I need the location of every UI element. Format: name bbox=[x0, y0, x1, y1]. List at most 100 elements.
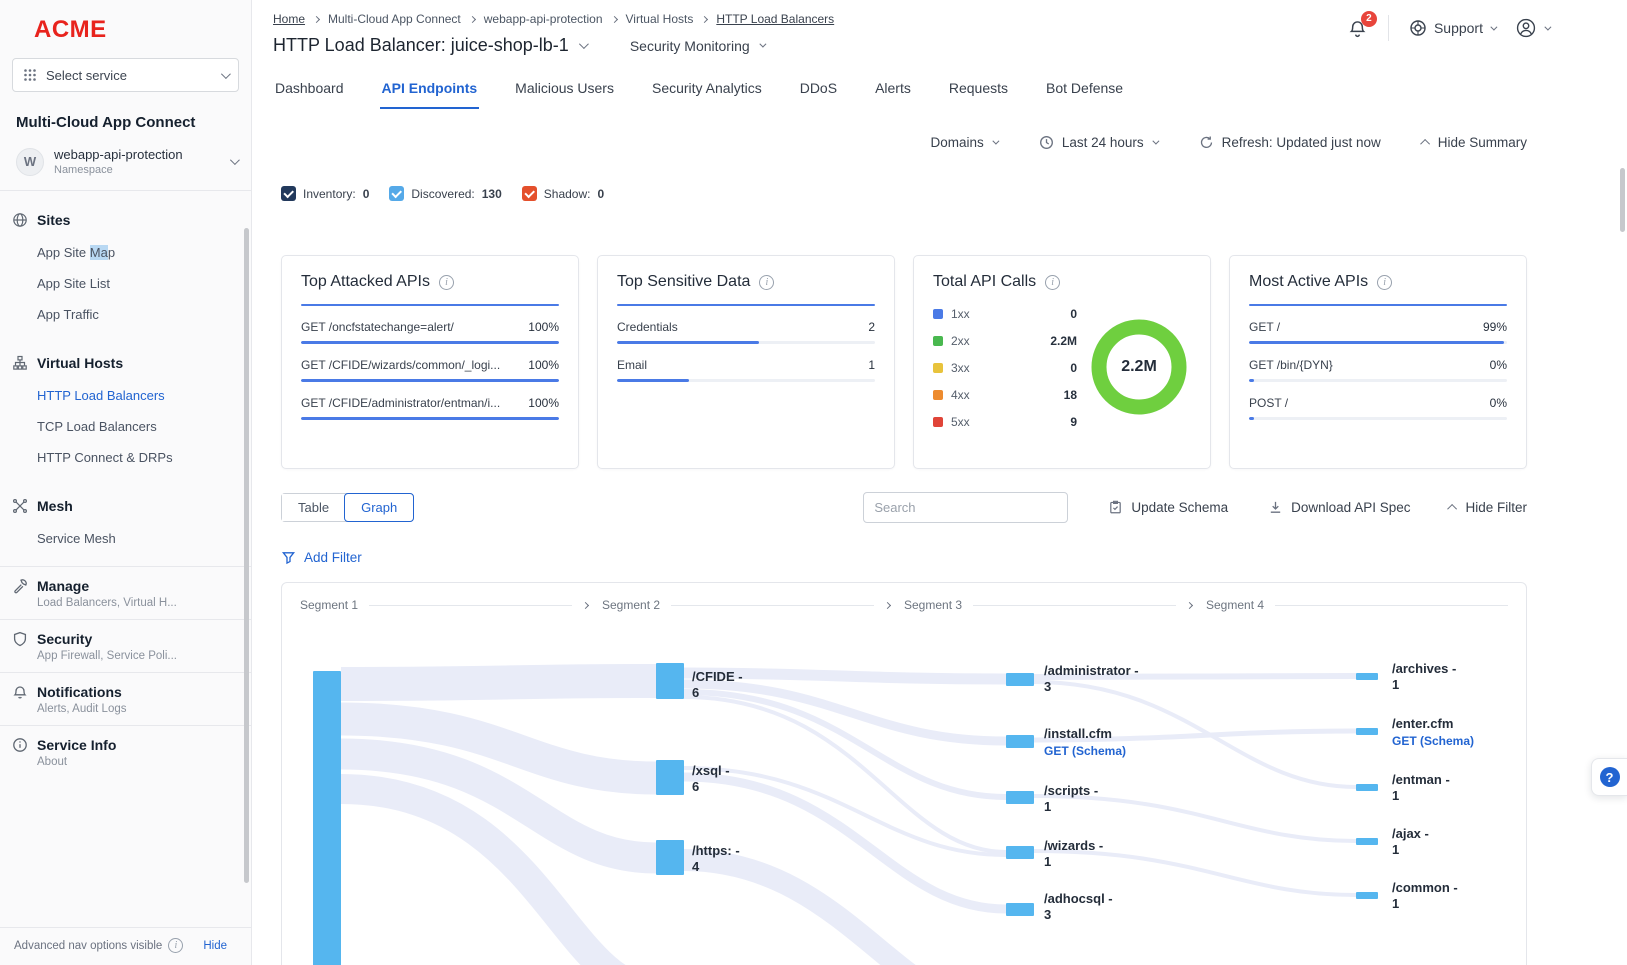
tab-security-analytics[interactable]: Security Analytics bbox=[650, 76, 764, 109]
notifications-bell-button[interactable]: 2 bbox=[1347, 18, 1368, 39]
search-input[interactable] bbox=[863, 492, 1068, 523]
inventory-checkbox[interactable]: Inventory: 0 bbox=[281, 186, 369, 201]
domains-dropdown[interactable]: Domains bbox=[931, 135, 997, 150]
table-view-button[interactable]: Table bbox=[282, 494, 345, 521]
tab-requests[interactable]: Requests bbox=[947, 76, 1010, 109]
card-row[interactable]: POST /0% bbox=[1249, 396, 1507, 410]
time-range-dropdown[interactable]: Last 24 hours bbox=[1039, 135, 1157, 150]
card-row[interactable]: Credentials2 bbox=[617, 320, 875, 334]
breadcrumb-item[interactable]: Multi-Cloud App Connect bbox=[328, 12, 461, 26]
sankey-root-node[interactable] bbox=[313, 671, 341, 965]
security-monitoring-dropdown[interactable]: Security Monitoring bbox=[630, 38, 764, 54]
sidebar-item-http-load-balancers[interactable]: HTTP Load Balancers bbox=[0, 380, 251, 411]
support-menu[interactable]: Support bbox=[1409, 19, 1495, 37]
chevron-right-icon bbox=[701, 15, 708, 22]
sankey-node-label[interactable]: /install.cfmGET (Schema) bbox=[1044, 726, 1126, 759]
sankey-node-install-cfm[interactable] bbox=[1006, 735, 1034, 748]
sidebar-item-app-traffic[interactable]: App Traffic bbox=[0, 299, 251, 330]
add-filter-button[interactable]: Add Filter bbox=[281, 550, 1527, 565]
info-icon[interactable]: i bbox=[759, 275, 774, 290]
sidebar-group-sites[interactable]: Sites bbox=[0, 201, 251, 237]
sankey-node-label[interactable]: /ajax -1 bbox=[1392, 826, 1429, 858]
tab-alerts[interactable]: Alerts bbox=[873, 76, 913, 109]
sankey-node-label[interactable]: /xsql -6 bbox=[692, 763, 730, 795]
sankey-node-archives[interactable] bbox=[1356, 673, 1378, 680]
download-api-spec-button[interactable]: Download API Spec bbox=[1268, 500, 1410, 515]
select-service-dropdown[interactable]: Select service bbox=[12, 58, 239, 92]
sidebar-item-tcp-load-balancers[interactable]: TCP Load Balancers bbox=[0, 411, 251, 442]
info-icon[interactable]: i bbox=[1045, 275, 1060, 290]
tab-ddos[interactable]: DDoS bbox=[798, 76, 839, 109]
breadcrumb-home[interactable]: Home bbox=[273, 12, 305, 26]
tab-api-endpoints[interactable]: API Endpoints bbox=[380, 76, 480, 109]
group-title: Service Info bbox=[37, 737, 116, 753]
hide-summary-toggle[interactable]: Hide Summary bbox=[1423, 135, 1527, 150]
card-row[interactable]: GET /CFIDE/wizards/common/_logi...100% bbox=[301, 358, 559, 372]
sidebar-scrollbar[interactable] bbox=[244, 228, 249, 883]
sankey-node-entman[interactable] bbox=[1356, 784, 1378, 791]
sankey-node-administrator[interactable] bbox=[1006, 673, 1034, 686]
card-row[interactable]: Email1 bbox=[617, 358, 875, 372]
help-button[interactable]: ? bbox=[1591, 758, 1627, 796]
sankey-node-label[interactable]: /entman -1 bbox=[1392, 772, 1450, 804]
account-menu[interactable] bbox=[1515, 17, 1549, 39]
card-row[interactable]: GET /99% bbox=[1249, 320, 1507, 334]
sidebar-group-mesh[interactable]: Mesh bbox=[0, 487, 251, 523]
namespace-name: webapp-api-protection bbox=[54, 147, 183, 162]
hide-filter-toggle[interactable]: Hide Filter bbox=[1450, 500, 1527, 515]
sidebar-item-app-site-list[interactable]: App Site List bbox=[0, 268, 251, 299]
sankey-node-enter-cfm[interactable] bbox=[1356, 728, 1378, 735]
card-row[interactable]: GET /oncfstatechange=alert/100% bbox=[301, 320, 559, 334]
card-row[interactable]: GET /bin/{DYN}0% bbox=[1249, 358, 1507, 372]
segment-label: Segment 1 bbox=[300, 598, 358, 612]
sankey-node-ajax[interactable] bbox=[1356, 838, 1378, 845]
group-title: Virtual Hosts bbox=[37, 355, 123, 371]
tab-bot-defense[interactable]: Bot Defense bbox=[1044, 76, 1125, 109]
sankey-node-wizards[interactable] bbox=[1006, 846, 1034, 859]
breadcrumb-item[interactable]: webapp-api-protection bbox=[484, 12, 603, 26]
namespace-selector[interactable]: W webapp-api-protection Namespace bbox=[0, 137, 251, 190]
sankey-node-xsql[interactable] bbox=[656, 760, 684, 795]
card-row[interactable]: GET /CFIDE/administrator/entman/i...100% bbox=[301, 396, 559, 410]
sankey-node-common[interactable] bbox=[1356, 892, 1378, 899]
discovered-checkbox[interactable]: Discovered: 130 bbox=[389, 186, 501, 201]
topbar: Home Multi-Cloud App Connect webapp-api-… bbox=[252, 0, 1627, 56]
sankey-node-label[interactable]: /wizards -1 bbox=[1044, 838, 1103, 870]
chevron-down-icon[interactable] bbox=[579, 39, 589, 49]
clipboard-icon bbox=[1108, 500, 1123, 515]
sankey-node-label[interactable]: /scripts -1 bbox=[1044, 783, 1098, 815]
shadow-checkbox[interactable]: Shadow: 0 bbox=[522, 186, 604, 201]
sankey-node-label[interactable]: /https: -4 bbox=[692, 843, 740, 875]
sankey-node-label[interactable]: /common -1 bbox=[1392, 880, 1458, 912]
sankey-node-label[interactable]: /adhocsql -3 bbox=[1044, 891, 1113, 923]
user-avatar-icon bbox=[1515, 17, 1537, 39]
breadcrumb-current[interactable]: HTTP Load Balancers bbox=[716, 12, 834, 26]
tab-dashboard[interactable]: Dashboard bbox=[273, 76, 346, 109]
sidebar-item-app-site-map[interactable]: App Site Map bbox=[0, 237, 251, 268]
sankey-node-cfide[interactable] bbox=[656, 663, 684, 699]
sankey-node-label[interactable]: /enter.cfmGET (Schema) bbox=[1392, 716, 1474, 749]
view-toggle: Table Graph bbox=[281, 493, 414, 522]
info-icon[interactable]: i bbox=[439, 275, 454, 290]
hide-nav-link[interactable]: Hide bbox=[203, 940, 227, 952]
schema-link[interactable]: GET (Schema) bbox=[1392, 733, 1474, 749]
sankey-node-adhocsql[interactable] bbox=[1006, 903, 1034, 916]
namespace-type: Namespace bbox=[54, 164, 183, 176]
update-schema-button[interactable]: Update Schema bbox=[1108, 500, 1228, 515]
breadcrumb-item[interactable]: Virtual Hosts bbox=[626, 12, 694, 26]
sankey-node-https[interactable] bbox=[656, 840, 684, 875]
donut-center-value: 2.2M bbox=[1087, 315, 1191, 419]
sidebar-group-virtual-hosts[interactable]: Virtual Hosts bbox=[0, 344, 251, 380]
tab-malicious-users[interactable]: Malicious Users bbox=[513, 76, 616, 109]
sidebar-item-service-mesh[interactable]: Service Mesh bbox=[0, 523, 251, 554]
sankey-node-label[interactable]: /CFIDE -6 bbox=[692, 669, 743, 701]
page-scrollbar[interactable] bbox=[1620, 168, 1625, 232]
sankey-node-scripts[interactable] bbox=[1006, 791, 1034, 804]
info-icon[interactable]: i bbox=[1377, 275, 1392, 290]
sidebar-item-http-connect-drps[interactable]: HTTP Connect & DRPs bbox=[0, 442, 251, 473]
sankey-node-label[interactable]: /administrator -3 bbox=[1044, 663, 1139, 695]
refresh-button[interactable]: Refresh: Updated just now bbox=[1199, 135, 1381, 150]
graph-view-button[interactable]: Graph bbox=[344, 493, 414, 522]
schema-link[interactable]: GET (Schema) bbox=[1044, 743, 1126, 759]
sankey-node-label[interactable]: /archives -1 bbox=[1392, 661, 1456, 693]
